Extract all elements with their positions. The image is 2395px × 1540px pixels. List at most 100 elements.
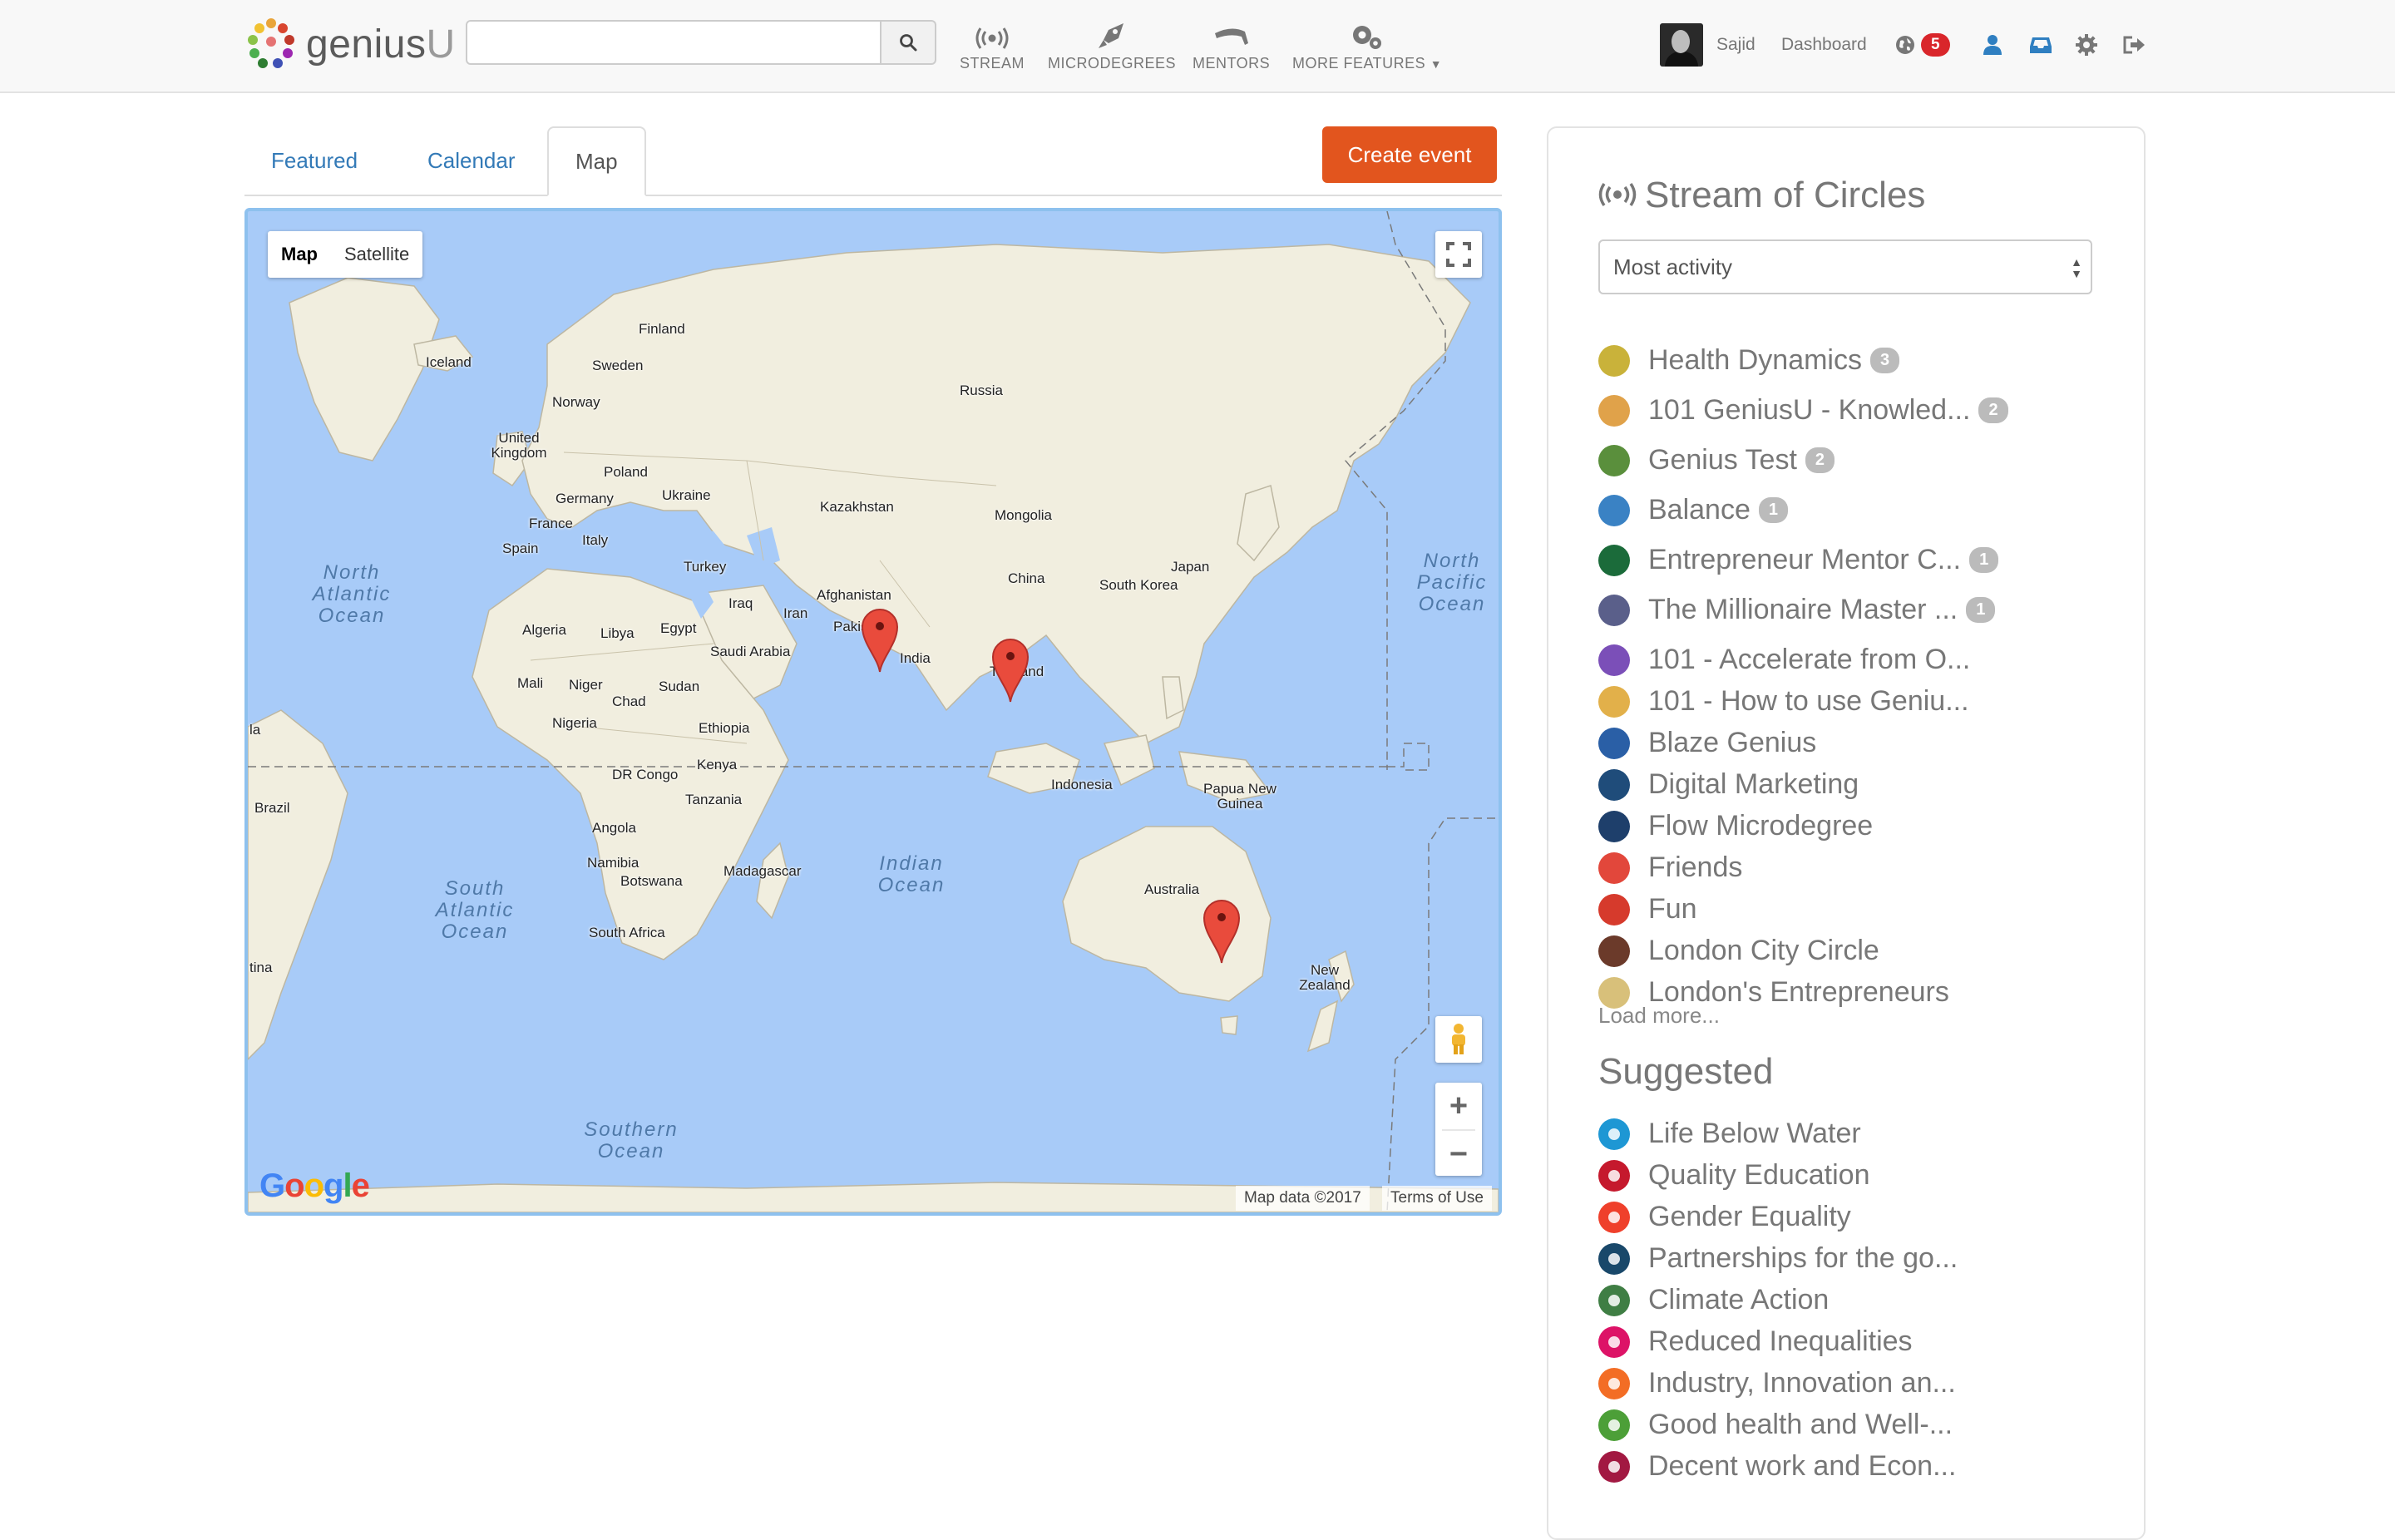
circle-list-item[interactable]: Entrepreneur Mentor C... 1 [1598, 544, 1999, 576]
map-label: Poland [604, 464, 648, 480]
suggested-list-item[interactable]: Industry, Innovation an... [1598, 1367, 1956, 1399]
map-label: Saudi Arabia [710, 644, 791, 659]
circle-list-item[interactable]: Friends [1598, 851, 1742, 884]
nav-microdegrees[interactable]: MICRODEGREES [1048, 20, 1176, 72]
suggested-list-item[interactable]: Partnerships for the go... [1598, 1242, 1958, 1275]
circle-avatar-icon [1598, 935, 1630, 967]
terms-of-use-link[interactable]: Terms of Use [1382, 1186, 1492, 1211]
dashboard-link[interactable]: Dashboard [1781, 22, 1867, 68]
circle-list-item[interactable]: Genius Test 2 [1598, 444, 1835, 476]
suggested-list-item[interactable]: Quality Education [1598, 1159, 1870, 1192]
tab-map[interactable]: Map [547, 126, 646, 196]
zoom-out-button[interactable]: − [1435, 1131, 1482, 1177]
circle-list-item[interactable]: Flow Microdegree [1598, 810, 1873, 842]
map-label: Sweden [592, 358, 644, 373]
create-event-button[interactable]: Create event [1322, 126, 1497, 183]
map-label: Russia [960, 383, 1003, 398]
circle-name: The Millionaire Master ... [1648, 594, 1958, 625]
circle-avatar-icon [1598, 394, 1630, 427]
zoom-control: + − [1435, 1083, 1482, 1176]
panel-title: Stream of Circles [1598, 175, 1925, 216]
map-label: Tanzania [685, 792, 743, 807]
map-label: Iraq [728, 595, 753, 611]
circle-list-item[interactable]: 101 - How to use Geniu... [1598, 685, 1969, 718]
ocean-label: South Atlantic Ocean [435, 877, 515, 943]
nav-mentors[interactable]: MENTORS [1193, 20, 1270, 72]
map-attribution: Map data ©2017 [1236, 1186, 1370, 1211]
circle-list-item[interactable]: 101 GeniusU - Knowled... 2 [1598, 394, 2008, 427]
circle-name: Entrepreneur Mentor C... [1648, 544, 1962, 575]
map-label: Namibia [587, 855, 639, 871]
user-menu[interactable]: Sajid [1660, 22, 1756, 68]
suggested-list-item[interactable]: Good health and Well-... [1598, 1409, 1953, 1441]
nav-mentors-label: MENTORS [1193, 55, 1271, 72]
circle-list-item[interactable]: Fun [1598, 893, 1697, 925]
circle-name: London City Circle [1648, 935, 1879, 966]
zoom-in-button[interactable]: + [1435, 1083, 1482, 1129]
street-view-button[interactable] [1435, 1016, 1482, 1063]
circle-sort-select[interactable]: Most activity ▲ ▼ [1598, 239, 2092, 294]
suggested-circle-name: Good health and Well-... [1648, 1409, 1953, 1440]
logo-text-u: U [426, 22, 456, 67]
fullscreen-button[interactable] [1435, 231, 1482, 278]
suggested-list-item[interactable]: Climate Action [1598, 1284, 1829, 1316]
circle-list-item[interactable]: London City Circle [1598, 935, 1879, 967]
circle-name: Genius Test [1648, 444, 1797, 476]
map-type-control: Map Satellite [268, 231, 423, 278]
suggested-circle-icon [1598, 1409, 1630, 1441]
tab-calendar[interactable]: Calendar [401, 126, 542, 195]
event-marker-pin[interactable] [1202, 898, 1241, 965]
suggested-circle-icon [1598, 1159, 1630, 1192]
search-bar [466, 20, 936, 65]
circle-list-item[interactable]: The Millionaire Master ... 1 [1598, 594, 1996, 626]
map-type-map-button[interactable]: Map [268, 231, 331, 278]
suggested-list-item[interactable]: Life Below Water [1598, 1118, 1861, 1150]
map-label: Egypt [660, 620, 697, 636]
event-marker-pin[interactable] [861, 607, 899, 674]
search-button[interactable] [881, 20, 936, 65]
suggested-circle-name: Industry, Innovation an... [1648, 1367, 1956, 1399]
logout-button[interactable] [2122, 22, 2146, 68]
circle-avatar-icon [1598, 544, 1630, 576]
map-type-satellite-button[interactable]: Satellite [331, 231, 422, 278]
map-label: Afghanistan [817, 587, 891, 603]
suggested-circle-icon [1598, 1450, 1630, 1483]
circle-list-item[interactable]: Health Dynamics 3 [1598, 344, 1900, 377]
map-label: India [900, 650, 931, 666]
search-input[interactable] [466, 20, 881, 65]
suggested-circle-icon [1598, 1201, 1630, 1233]
stream-icon [975, 20, 1009, 50]
ocean-label: Indian Ocean [877, 852, 946, 896]
nav-stream-label: STREAM [960, 55, 1025, 72]
sort-select-value: Most activity [1613, 254, 1733, 279]
suggested-list-item[interactable]: Reduced Inequalities [1598, 1325, 1913, 1358]
suggested-list-item[interactable]: Gender Equality [1598, 1201, 1851, 1233]
circle-list-item[interactable]: 101 - Accelerate from O... [1598, 644, 1970, 676]
circle-name: Fun [1648, 893, 1697, 925]
settings-button[interactable] [2076, 22, 2097, 68]
inbox-button[interactable] [2029, 22, 2052, 68]
event-marker-pin[interactable] [991, 637, 1030, 703]
nav-stream[interactable]: STREAM [960, 20, 1025, 72]
map-label: New Zealand [1299, 962, 1351, 993]
map-label: Ukraine [662, 487, 711, 503]
profile-button[interactable] [1983, 22, 2002, 68]
notifications-button[interactable]: 5 [1894, 22, 1950, 68]
suggested-list-item[interactable]: Decent work and Econ... [1598, 1450, 1956, 1483]
events-map[interactable]: Finland Iceland Sweden Norway Russia Uni… [244, 208, 1502, 1216]
geniusu-logo[interactable]: geniusU [248, 18, 456, 70]
circle-list-item[interactable]: Blaze Genius [1598, 727, 1816, 759]
circle-list-item[interactable]: Digital Marketing [1598, 768, 1859, 801]
user-name[interactable]: Sajid [1716, 35, 1756, 55]
google-logo[interactable]: Google [259, 1167, 370, 1205]
user-icon [1983, 35, 2002, 55]
map-label: South Korea [1099, 577, 1178, 593]
circle-activity-count-badge: 2 [1805, 447, 1835, 473]
suggested-circle-icon [1598, 1118, 1630, 1150]
load-more-link[interactable]: Load more... [1598, 1003, 1720, 1029]
avatar[interactable] [1660, 23, 1703, 67]
circle-list-item[interactable]: Balance 1 [1598, 494, 1788, 526]
nav-more-features[interactable]: MORE FEATURES ▼ [1292, 20, 1442, 72]
tab-featured[interactable]: Featured [244, 126, 384, 195]
search-icon [900, 34, 917, 52]
